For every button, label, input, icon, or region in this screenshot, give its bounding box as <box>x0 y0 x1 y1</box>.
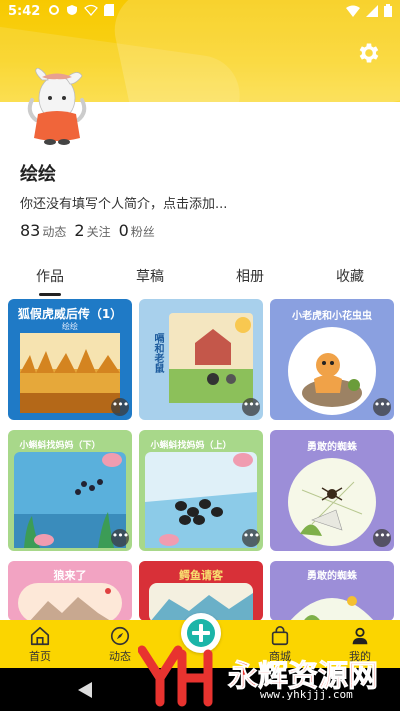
status-time: 5:42 <box>8 4 41 19</box>
back-icon[interactable] <box>78 682 92 698</box>
tab-works[interactable]: 作品 <box>0 262 100 296</box>
work-card[interactable]: 狼来了 <box>8 561 132 621</box>
work-card[interactable]: 鳄鱼请客 <box>139 561 263 621</box>
artwork-thumbnail <box>288 327 376 415</box>
work-card[interactable]: 小蝌蚪找妈妈（下） ••• <box>8 430 132 551</box>
work-title: 小蝌蚪找妈妈（下） <box>19 441 101 451</box>
following-count[interactable]: 2 <box>74 221 84 240</box>
artwork-thumbnail <box>288 458 376 546</box>
nav-home[interactable]: 首页 <box>0 620 80 668</box>
work-card[interactable]: 勇敢的蜘蛛 <box>270 561 394 621</box>
work-title: 小老虎和小花虫虫 <box>292 311 372 322</box>
avatar[interactable] <box>22 68 92 146</box>
work-author: 绘绘 <box>62 322 78 331</box>
wifi-off-icon <box>84 4 98 16</box>
settings-notification-icon <box>49 5 59 15</box>
more-options-button[interactable]: ••• <box>373 398 391 416</box>
work-card[interactable]: 小老虎和小花虫虫 ••• <box>270 299 394 420</box>
battery-icon <box>384 4 392 17</box>
profile-stats: 83 动态 2 关注 0 粉丝 <box>20 221 163 240</box>
work-card[interactable]: 狐假虎威后传（1） 绘绘 ••• <box>8 299 132 420</box>
followers-label[interactable]: 粉丝 <box>131 223 155 240</box>
more-options-button[interactable]: ••• <box>242 529 260 547</box>
tab-drafts[interactable]: 草稿 <box>100 262 200 296</box>
profile-bio[interactable]: 你还没有填写个人简介，点击添加... <box>20 193 227 212</box>
work-title: 小蝌蚪找妈妈（上） <box>150 441 232 451</box>
following-label[interactable]: 关注 <box>87 223 111 240</box>
work-title: 勇敢的蜘蛛 <box>307 442 357 453</box>
nav-home-label: 首页 <box>29 649 51 663</box>
posts-label[interactable]: 动态 <box>42 223 66 240</box>
work-title: 鳄鱼请客 <box>179 569 223 582</box>
shield-notification-icon <box>67 5 77 15</box>
watermark-url: www.yhkjjj.com <box>260 688 353 701</box>
more-options-button[interactable]: ••• <box>111 529 129 547</box>
artwork-thumbnail <box>14 452 126 548</box>
tab-favorites[interactable]: 收藏 <box>300 262 400 296</box>
posts-count[interactable]: 83 <box>20 221 40 240</box>
home-icon <box>30 626 50 645</box>
artwork-thumbnail <box>20 333 120 413</box>
status-bar: 5:42 <box>0 0 400 24</box>
tab-albums[interactable]: 相册 <box>200 262 300 296</box>
work-card[interactable]: 嗝和老鼠 ••• <box>139 299 263 420</box>
work-card[interactable]: 勇敢的蜘蛛 ••• <box>270 430 394 551</box>
work-title: 狼来了 <box>53 569 87 582</box>
status-system-icons <box>346 4 392 17</box>
artwork-thumbnail <box>145 452 257 548</box>
compass-icon <box>110 626 130 645</box>
more-options-button[interactable]: ••• <box>373 529 391 547</box>
sd-card-icon <box>104 4 114 16</box>
wifi-icon <box>346 5 360 17</box>
gear-icon[interactable] <box>356 40 382 66</box>
status-notification-icons <box>48 4 114 16</box>
more-options-button[interactable]: ••• <box>111 398 129 416</box>
work-title: 嗝和老鼠 <box>152 333 163 373</box>
more-options-button[interactable]: ••• <box>242 398 260 416</box>
artwork-thumbnail <box>289 596 375 621</box>
profile-name: 绘绘 <box>20 164 56 185</box>
work-card[interactable]: 小蝌蚪找妈妈（上） ••• <box>139 430 263 551</box>
signal-icon <box>366 4 378 17</box>
work-title: 勇敢的蜘蛛 <box>307 571 357 582</box>
artwork-thumbnail <box>18 583 122 621</box>
work-title: 狐假虎威后传（1） <box>17 307 123 321</box>
profile-tabs: 作品 草稿 相册 收藏 <box>0 262 400 296</box>
nav-feed-label: 动态 <box>109 649 131 663</box>
followers-count[interactable]: 0 <box>119 221 129 240</box>
